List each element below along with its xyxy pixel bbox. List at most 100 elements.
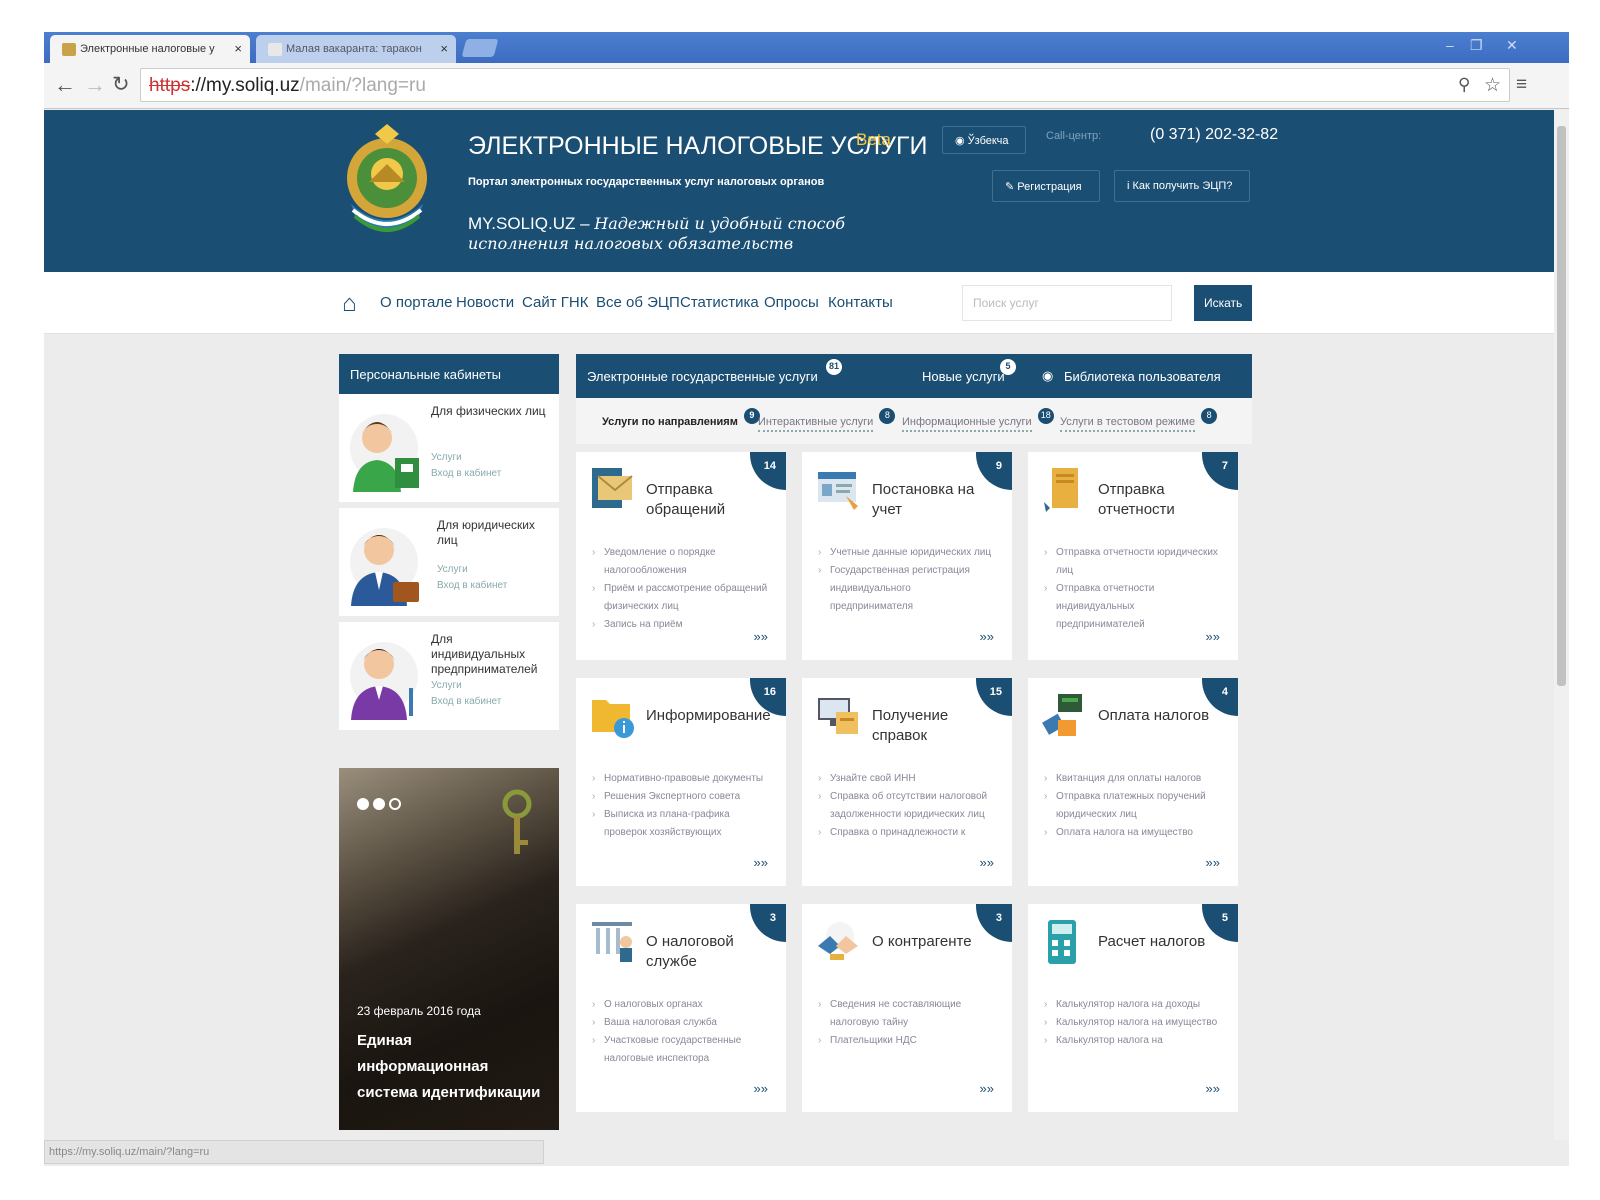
cabinet-individuals[interactable]: Для физических лиц Услуги Вход в кабинет (339, 394, 559, 502)
zoom-icon[interactable]: ⚲ (1458, 75, 1470, 95)
more-link[interactable]: »» (1206, 1081, 1220, 1096)
state-emblem-icon[interactable] (339, 124, 435, 244)
tab-by-direction[interactable]: Услуги по направлениям 9 (602, 408, 760, 428)
services-link[interactable]: Услуги (437, 562, 468, 578)
service-card-tax-service[interactable]: 3 О налоговой службе О налоговых органах… (576, 904, 786, 1112)
card-link[interactable]: Ваша налоговая служба (590, 1014, 770, 1032)
nav-item-news[interactable]: Новости (456, 294, 514, 311)
card-title[interactable]: О налоговой службе (646, 932, 776, 972)
card-title[interactable]: Оплата налогов (1098, 706, 1228, 726)
more-link[interactable]: »» (754, 855, 768, 870)
new-services-link[interactable]: Новые услуги (922, 369, 1005, 384)
card-link[interactable]: Государственная регистрация индивидуальн… (816, 562, 996, 616)
close-tab-icon[interactable]: × (234, 41, 242, 56)
card-link[interactable]: Участковые государственные налоговые инс… (590, 1032, 770, 1068)
card-title[interactable]: Расчет налогов (1098, 932, 1228, 952)
language-button[interactable]: ◉ Ўзбекча (942, 126, 1026, 154)
nav-item-about[interactable]: О портале (380, 294, 452, 311)
service-card-tax-calculation[interactable]: 5 Расчет налогов Калькулятор налога на д… (1028, 904, 1238, 1112)
card-title[interactable]: Постановка на учет (872, 480, 1002, 520)
tab-test-mode[interactable]: Услуги в тестовом режиме 8 (1060, 408, 1218, 432)
card-link[interactable]: Оплата налога на имущество (1042, 824, 1222, 842)
home-icon[interactable]: ⌂ (342, 290, 357, 318)
service-card-registration[interactable]: 9 Постановка на учет Учетные данные юрид… (802, 452, 1012, 660)
service-card-informing[interactable]: 16 Информирование Нормативно-правовые до… (576, 678, 786, 886)
more-link[interactable]: »» (754, 629, 768, 644)
cabinet-legal-entities[interactable]: Для юридических лиц Услуги Вход в кабине… (339, 508, 559, 616)
scrollbar[interactable] (1554, 110, 1569, 1140)
card-link[interactable]: Уведомление о порядке налогообложения (590, 544, 770, 580)
eservices-title[interactable]: Электронные государственные услуги (587, 369, 818, 384)
nav-item-polls[interactable]: Опросы (764, 294, 819, 311)
card-link[interactable]: О налоговых органах (590, 996, 770, 1014)
card-title[interactable]: Отправка отчетности (1098, 480, 1228, 520)
slide-title[interactable]: Единая информационная система идентифика… (357, 1028, 547, 1106)
card-link[interactable]: Выписка из плана-графика проверок хозяйс… (590, 806, 770, 842)
more-link[interactable]: »» (980, 629, 994, 644)
cabinet-title[interactable]: Для физических лиц (431, 404, 549, 419)
minimize-icon[interactable]: – (1446, 37, 1454, 53)
more-link[interactable]: »» (754, 1081, 768, 1096)
services-link[interactable]: Услуги (431, 678, 462, 694)
cabinet-entrepreneurs[interactable]: Для индивидуальных предпринимателей Услу… (339, 622, 559, 730)
search-button[interactable]: Искать (1194, 285, 1252, 321)
more-link[interactable]: »» (1206, 629, 1220, 644)
back-icon[interactable]: ← (54, 72, 76, 98)
news-slider[interactable]: 23 февраль 2016 года Единая информационн… (339, 768, 559, 1130)
card-link[interactable]: Калькулятор налога на доходы (1042, 996, 1222, 1014)
bookmark-star-icon[interactable]: ☆ (1484, 74, 1501, 97)
tab-informational[interactable]: Информационные услуги 18 (902, 408, 1054, 432)
card-link[interactable]: Учетные данные юридических лиц (816, 544, 996, 562)
browser-tab-active[interactable]: Электронные налоговые у × (50, 35, 250, 63)
card-link[interactable]: Плательщики НДС (816, 1032, 996, 1050)
new-tab-button[interactable] (461, 39, 499, 57)
scrollbar-thumb[interactable] (1557, 126, 1566, 686)
login-link[interactable]: Вход в кабинет (431, 694, 501, 710)
forward-icon[interactable]: → (84, 72, 106, 98)
nav-item-gnk-site[interactable]: Сайт ГНК (522, 294, 588, 311)
card-link[interactable]: Калькулятор налога на имущество (1042, 1014, 1222, 1032)
close-tab-icon[interactable]: × (440, 41, 448, 56)
card-title[interactable]: О контрагенте (872, 932, 1002, 952)
user-library-link[interactable]: Библиотека пользователя (1064, 369, 1221, 384)
register-button[interactable]: ✎ Регистрация (992, 170, 1100, 202)
card-link[interactable]: Отправка отчетности юридических лиц (1042, 544, 1222, 580)
card-link[interactable]: Калькулятор налога на (1042, 1032, 1222, 1050)
card-link[interactable]: Решения Экспертного совета (590, 788, 770, 806)
card-title[interactable]: Отправка обращений (646, 480, 776, 520)
card-link[interactable]: Отправка платежных поручений юридических… (1042, 788, 1222, 824)
card-link[interactable]: Сведения не составляющие налоговую тайну (816, 996, 996, 1032)
login-link[interactable]: Вход в кабинет (437, 578, 507, 594)
browser-tab[interactable]: Малая вакаранта: таракон × (256, 35, 456, 63)
card-link[interactable]: Справка об отсутствии налоговой задолжен… (816, 788, 996, 824)
more-link[interactable]: »» (980, 1081, 994, 1096)
slider-dot[interactable] (389, 798, 401, 810)
card-link[interactable]: Справка о принадлежности к (816, 824, 996, 842)
tab-interactive[interactable]: Интерактивные услуги 8 (758, 408, 896, 432)
cabinet-title[interactable]: Для юридических лиц (437, 518, 555, 548)
restore-icon[interactable]: ❐ (1470, 37, 1483, 54)
card-link[interactable]: Запись на приём (590, 616, 770, 634)
close-window-icon[interactable]: ✕ (1506, 37, 1518, 54)
card-link[interactable]: Узнайте свой ИНН (816, 770, 996, 788)
card-link[interactable]: Приём и рассмотрение обращений физически… (590, 580, 770, 616)
menu-icon[interactable]: ≡ (1516, 74, 1527, 96)
login-link[interactable]: Вход в кабинет (431, 466, 501, 482)
more-link[interactable]: »» (980, 855, 994, 870)
get-ecp-button[interactable]: i Как получить ЭЦП? (1114, 170, 1250, 202)
cabinet-title[interactable]: Для индивидуальных предпринимателей (431, 632, 549, 677)
nav-item-contacts[interactable]: Контакты (828, 294, 893, 311)
nav-item-ecp[interactable]: Все об ЭЦП (596, 294, 680, 311)
card-title[interactable]: Информирование (646, 706, 776, 726)
service-card-counterparty[interactable]: 3 О контрагенте Сведения не составляющие… (802, 904, 1012, 1112)
card-link[interactable]: Квитанция для оплаты налогов (1042, 770, 1222, 788)
card-link[interactable]: Нормативно-правовые документы (590, 770, 770, 788)
service-card-tax-payment[interactable]: 4 Оплата налогов Квитанция для оплаты на… (1028, 678, 1238, 886)
url-field[interactable]: https://my.soliq.uz/main/?lang=ru (140, 68, 1510, 102)
more-link[interactable]: »» (1206, 855, 1220, 870)
slider-dot[interactable] (357, 798, 369, 810)
card-link[interactable]: Отправка отчетности индивидуальных предп… (1042, 580, 1222, 634)
services-link[interactable]: Услуги (431, 450, 462, 466)
nav-item-statistics[interactable]: Статистика (680, 294, 759, 311)
slider-dot[interactable] (373, 798, 385, 810)
